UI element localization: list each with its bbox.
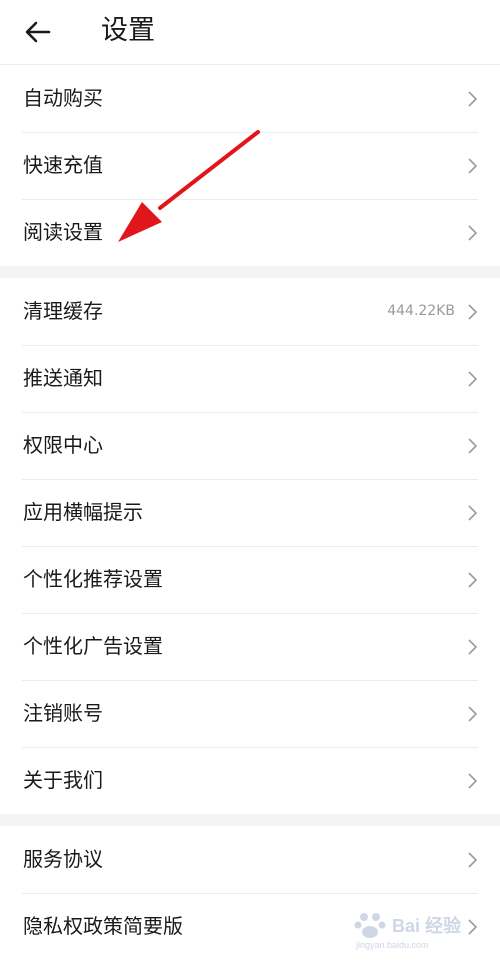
setting-label: 推送通知 — [23, 366, 103, 390]
settings-group-general: 清理缓存 444.22KB 推送通知 权限中心 应用横幅提示 个性化推荐设置 个… — [0, 278, 500, 814]
setting-row-auto-purchase[interactable]: 自动购买 — [0, 65, 500, 132]
watermark-subtext: jingyan.baidu.com — [356, 940, 429, 950]
chevron-right-icon — [468, 225, 478, 241]
setting-row-service-agreement[interactable]: 服务协议 — [0, 826, 500, 893]
setting-row-about-us[interactable]: 关于我们 — [0, 747, 500, 814]
setting-row-app-banner[interactable]: 应用横幅提示 — [0, 479, 500, 546]
setting-row-clear-cache[interactable]: 清理缓存 444.22KB — [0, 278, 500, 345]
setting-label: 关于我们 — [23, 768, 103, 792]
chevron-right-icon — [468, 773, 478, 789]
setting-label: 清理缓存 — [23, 299, 103, 323]
setting-label: 隐私权政策简要版 — [23, 914, 183, 938]
setting-row-push-notifications[interactable]: 推送通知 — [0, 345, 500, 412]
setting-label: 自动购买 — [23, 86, 103, 110]
chevron-right-icon — [468, 505, 478, 521]
chevron-right-icon — [468, 572, 478, 588]
watermark-text: Bai 经验 — [392, 916, 462, 936]
setting-label: 快速充值 — [23, 153, 103, 177]
group-divider — [0, 814, 500, 826]
back-button[interactable] — [20, 14, 56, 50]
setting-label: 个性化推荐设置 — [23, 567, 163, 591]
setting-row-permission-center[interactable]: 权限中心 — [0, 412, 500, 479]
paw-icon — [354, 913, 386, 938]
setting-label: 权限中心 — [23, 433, 103, 457]
setting-row-delete-account[interactable]: 注销账号 — [0, 680, 500, 747]
setting-row-quick-recharge[interactable]: 快速充值 — [0, 132, 500, 199]
chevron-right-icon — [468, 639, 478, 655]
group-divider — [0, 266, 500, 278]
setting-label: 个性化广告设置 — [23, 634, 163, 658]
setting-label: 应用横幅提示 — [23, 500, 143, 524]
setting-row-personalized-recommend[interactable]: 个性化推荐设置 — [0, 546, 500, 613]
app-header: 设置 — [0, 0, 500, 65]
setting-label: 阅读设置 — [23, 220, 103, 244]
chevron-right-icon — [468, 371, 478, 387]
chevron-right-icon — [468, 438, 478, 454]
settings-group-purchase: 自动购买 快速充值 阅读设置 — [0, 65, 500, 266]
chevron-right-icon — [468, 158, 478, 174]
setting-row-personalized-ads[interactable]: 个性化广告设置 — [0, 613, 500, 680]
baidu-watermark-logo: Bai 经验 jingyan.baidu.com — [352, 908, 482, 956]
cache-size-value: 444.22KB — [387, 303, 455, 319]
page-title: 设置 — [101, 15, 155, 46]
setting-label: 服务协议 — [23, 847, 103, 871]
chevron-right-icon — [468, 706, 478, 722]
chevron-right-icon — [468, 91, 478, 107]
chevron-right-icon — [468, 304, 478, 320]
setting-label: 注销账号 — [23, 701, 103, 725]
chevron-right-icon — [468, 852, 478, 868]
setting-row-reading-settings[interactable]: 阅读设置 — [0, 199, 500, 266]
arrow-left-icon — [25, 21, 51, 43]
